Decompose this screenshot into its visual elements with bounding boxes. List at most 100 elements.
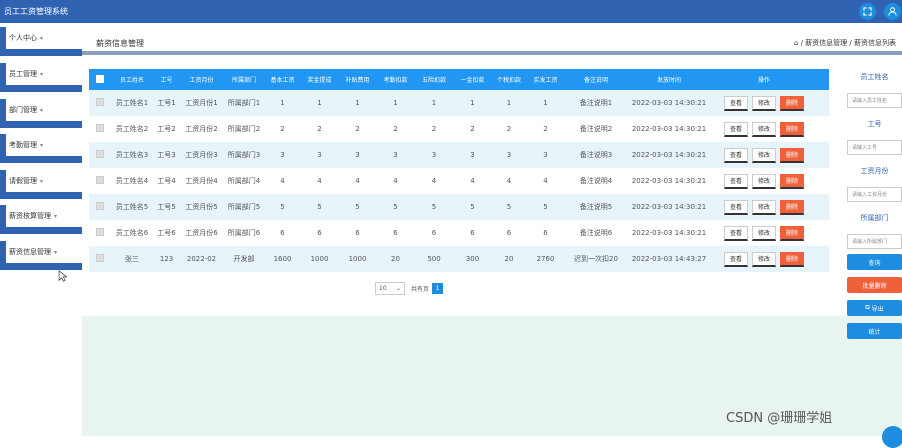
column-header[interactable]: 备注说明 [565,75,627,84]
watermark: CSDN @珊珊学姐 [726,411,833,426]
table-cell: 6 [543,229,548,237]
table-cell: 3 [393,151,398,159]
row-checkbox[interactable] [89,150,111,160]
view-button[interactable]: 查看 [723,251,748,267]
sidebar: 个人中心 ▾ 员工管理 ▾ 部门管理 ▾ 考勤管理 ▾ 请假管理 ▾ 薪资核算管理 ▾ 薪资… [0,23,82,276]
table-cell: 5 [355,203,360,211]
column-header[interactable]: 工资月份 [180,75,223,84]
home-icon[interactable]: ⌂ [794,39,798,47]
search-input-id[interactable]: 请输入工号 [847,140,902,155]
delete-button[interactable]: 删除 [780,225,805,241]
column-header[interactable]: 工号 [153,75,180,84]
column-header[interactable]: 发放时间 [627,75,711,84]
column-header[interactable]: 个税扣款 [492,75,526,84]
sidebar-item-personal-center[interactable]: 个人中心 ▾ [0,27,82,56]
sidebar-item-attendance[interactable]: 考勤管理 ▾ [0,134,82,163]
sidebar-item-department[interactable]: 部门管理 ▾ [0,99,82,128]
table-cell: 6 [355,229,360,237]
table-cell: 2022-03-03 14:30:21 [631,125,707,133]
search-label-id: 工号 [867,120,882,128]
column-header[interactable]: 一金扣款 [453,75,492,84]
table-cell: 所属部门5 [227,203,261,211]
table-cell: 5 [393,203,398,211]
table-cell: 5 [506,203,512,211]
table-cell: 1 [543,99,548,107]
sidebar-item-salary-calc[interactable]: 薪资核算管理 ▾ [0,205,82,234]
view-button[interactable]: 查看 [723,225,748,241]
table-cell: 1 [317,99,322,107]
search-input-name[interactable]: 请输入员工姓名 [847,93,902,108]
table-cell: 备注说明1 [579,99,613,107]
mouse-cursor-icon [58,270,67,282]
table-cell: 2022-03-03 14:43:27 [631,255,707,263]
float-action-button[interactable] [882,426,902,448]
table-row: 张三 123 2022-02 开发部 1600 1000 1000 20 500 300 20 276… [89,246,829,272]
edit-button[interactable]: 修改 [751,251,776,267]
row-checkbox[interactable] [89,124,111,134]
table-cell: 6 [280,229,285,237]
row-checkbox[interactable] [89,202,111,212]
chevron-down-icon: ⌄ [395,285,401,292]
export-button[interactable]: ⧉ 导出 [847,300,902,316]
row-actions: 查看 修改 删除 [711,199,817,215]
table-cell: 所属部门3 [227,151,261,159]
search-input-month[interactable]: 请输入工资月份 [847,187,902,202]
delete-button[interactable]: 删除 [780,121,805,137]
column-header[interactable]: 实发工资 [526,75,565,84]
row-checkbox[interactable] [89,254,111,264]
delete-button[interactable]: 删除 [780,173,805,189]
table-cell: 1 [470,99,475,107]
search-button[interactable]: 查询 [847,254,902,270]
edit-button[interactable]: 修改 [751,225,776,241]
view-button[interactable]: 查看 [723,95,748,111]
fullscreen-icon[interactable] [859,3,876,20]
table-cell: 2 [317,125,322,133]
table-cell: 2 [431,125,437,133]
batch-delete-button[interactable]: 批量删除 [847,277,902,293]
table-cell: 员工姓名6 [115,229,149,237]
sidebar-item-salary-info[interactable]: 薪资信息管理 ▾ [0,241,82,270]
user-icon[interactable] [884,3,901,20]
column-header[interactable]: 五险扣款 [415,75,453,84]
row-checkbox[interactable] [89,176,111,186]
page-button-current[interactable]: 1 [432,283,444,294]
column-header[interactable]: 考勤扣款 [376,75,415,84]
column-header[interactable]: 补贴费用 [339,75,376,84]
edit-button[interactable]: 修改 [751,95,776,111]
table-row: 员工姓名5 工号5 工资月份5 所属部门5 5 5 5 5 5 5 5 5 备注说明5 2022-03-0… [89,194,829,220]
delete-button[interactable]: 删除 [780,251,805,267]
column-header[interactable]: 员工姓名 [111,75,153,84]
edit-button[interactable]: 修改 [751,199,776,215]
chevron-down-icon: ▾ [40,70,44,78]
table-cell: 4 [317,177,322,185]
view-button[interactable]: 查看 [723,147,748,163]
table-cell: 4 [431,177,437,185]
table-cell: 工资月份5 [185,203,218,211]
column-header[interactable]: 所属部门 [223,75,265,84]
table-cell: 1 [431,99,437,107]
view-button[interactable]: 查看 [723,121,748,137]
stats-button[interactable]: 统计 [847,323,902,339]
edit-button[interactable]: 修改 [751,121,776,137]
delete-button[interactable]: 删除 [780,95,805,111]
column-header[interactable]: 基本工资 [265,75,300,84]
table-cell: 2 [470,125,475,133]
sidebar-item-leave[interactable]: 请假管理 ▾ [0,170,82,199]
table-cell: 4 [355,177,360,185]
column-header[interactable]: 奖金提成 [300,75,339,84]
view-button[interactable]: 查看 [723,173,748,189]
row-checkbox[interactable] [89,228,111,238]
view-button[interactable]: 查看 [723,199,748,215]
row-checkbox[interactable] [89,98,111,108]
delete-button[interactable]: 删除 [780,199,805,215]
edit-button[interactable]: 修改 [751,147,776,163]
sidebar-item-employee[interactable]: 员工管理 ▾ [0,63,82,92]
search-input-dept[interactable]: 请输入所属部门 [847,234,902,249]
table-cell: 2022-03-03 14:30:21 [631,151,707,159]
delete-button[interactable]: 删除 [780,147,805,163]
table-cell: 所属部门1 [227,99,261,107]
page-size-select[interactable]: 10 ⌄ [375,282,405,295]
select-all-checkbox[interactable] [89,74,111,85]
edit-button[interactable]: 修改 [751,173,776,189]
table-cell: 员工姓名4 [115,177,149,185]
